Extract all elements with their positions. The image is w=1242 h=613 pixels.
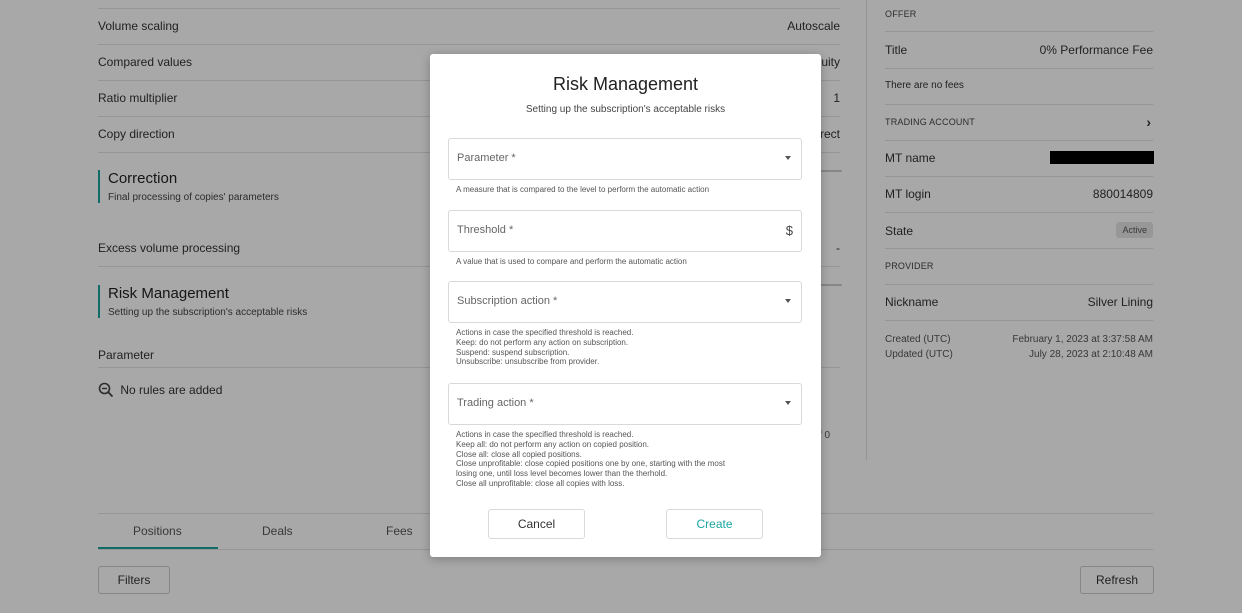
risk-management-dialog: Risk Management Setting up the subscript… [430, 54, 821, 557]
trading-action-select[interactable]: Trading action * [448, 383, 802, 425]
parameter-help: A measure that is compared to the level … [456, 185, 710, 194]
subscription-placeholder: Subscription action * [457, 295, 558, 307]
dialog-title: Risk Management [552, 74, 699, 94]
trading-help: Actions in case the specified threshold … [456, 430, 726, 488]
subscription-help: Actions in case the specified threshold … [456, 328, 634, 367]
parameter-placeholder: Parameter * [457, 152, 516, 164]
subscription-action-select[interactable]: Subscription action * [448, 281, 802, 323]
threshold-input[interactable]: Threshold * $ [448, 210, 802, 252]
threshold-placeholder: Threshold * [457, 224, 514, 236]
dialog-subtitle: Setting up the subscription's acceptable… [525, 104, 726, 115]
chevron-down-icon [785, 299, 791, 303]
parameter-select[interactable]: Parameter * [448, 138, 802, 180]
threshold-help: A value that is used to compare and perf… [456, 257, 687, 266]
trading-placeholder: Trading action * [457, 397, 534, 409]
dollar-icon: $ [785, 223, 793, 238]
create-button[interactable]: Create [666, 509, 763, 539]
chevron-down-icon [785, 401, 791, 405]
chevron-down-icon [785, 156, 791, 160]
cancel-button[interactable]: Cancel [488, 509, 585, 539]
